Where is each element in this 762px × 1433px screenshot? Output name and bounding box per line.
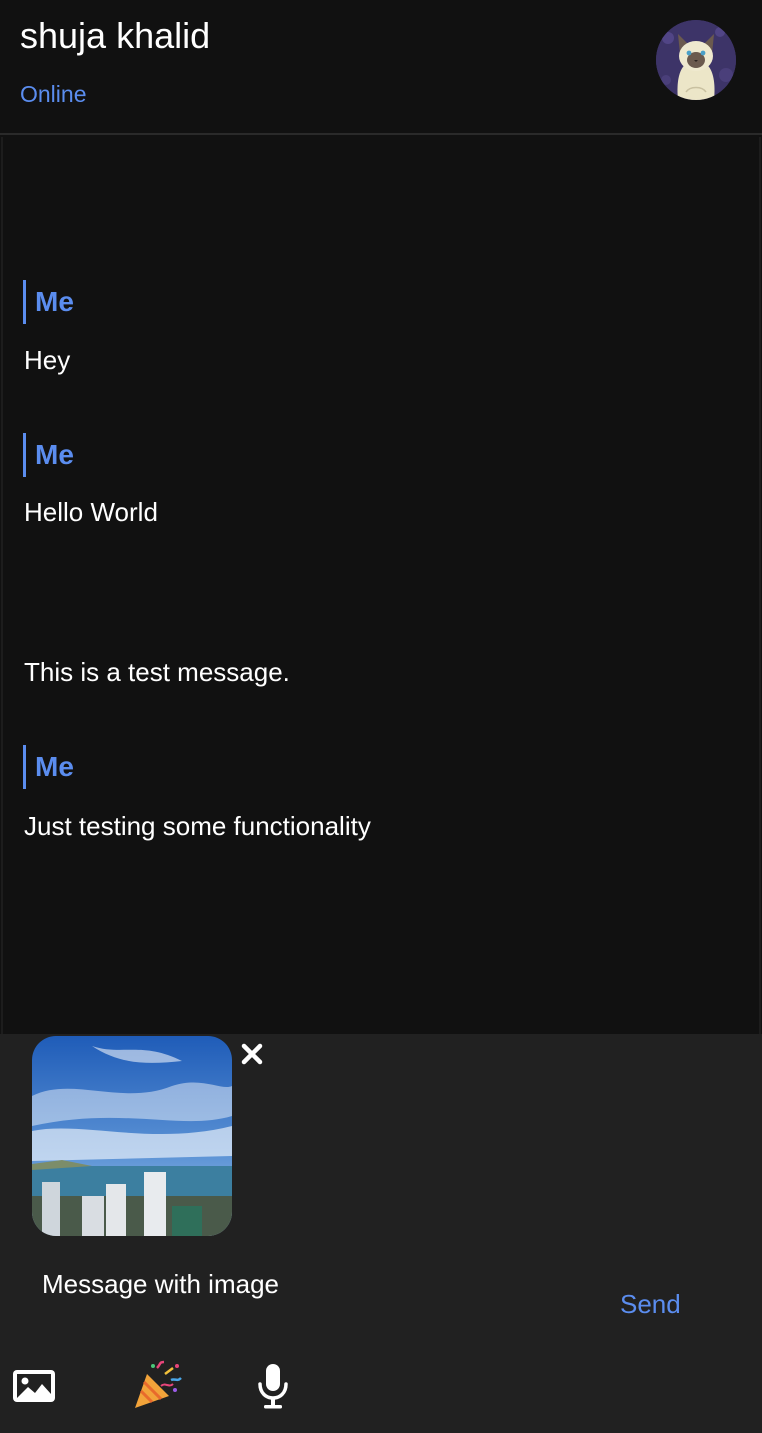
avatar[interactable] bbox=[656, 20, 736, 100]
message-text: Just testing some functionality bbox=[24, 811, 371, 841]
cat-avatar-icon bbox=[656, 20, 736, 100]
message-text: This is a test message. bbox=[24, 657, 290, 687]
emoji-button[interactable] bbox=[131, 1360, 183, 1412]
attachment-image bbox=[32, 1036, 232, 1236]
message-sender: Me bbox=[23, 280, 74, 324]
party-popper-icon bbox=[135, 1360, 182, 1408]
remove-attachment-button[interactable] bbox=[238, 1040, 266, 1068]
close-icon bbox=[241, 1043, 263, 1065]
message-group: Me bbox=[23, 433, 74, 477]
voice-record-button[interactable] bbox=[247, 1360, 299, 1412]
send-button[interactable]: Send bbox=[620, 1288, 681, 1320]
composer: Send bbox=[0, 1034, 762, 1433]
message-text: Hello World bbox=[24, 497, 158, 527]
contact-status: Online bbox=[20, 81, 87, 107]
message-group: Me bbox=[23, 745, 74, 789]
contact-name: shuja khalid bbox=[20, 15, 211, 56]
chat-header: shuja khalid Online bbox=[0, 0, 762, 135]
message-sender: Me bbox=[23, 433, 74, 477]
attach-image-button[interactable] bbox=[8, 1360, 60, 1412]
message-text: Hey bbox=[24, 345, 71, 375]
attachment-preview[interactable] bbox=[32, 1036, 232, 1236]
image-icon bbox=[13, 1370, 55, 1402]
message-list[interactable]: Me Hey Me Hello World This is a test mes… bbox=[1, 137, 761, 1034]
microphone-icon bbox=[258, 1364, 288, 1409]
message-sender: Me bbox=[23, 745, 74, 789]
message-group: Me bbox=[23, 280, 74, 324]
message-input[interactable] bbox=[42, 1264, 562, 1304]
